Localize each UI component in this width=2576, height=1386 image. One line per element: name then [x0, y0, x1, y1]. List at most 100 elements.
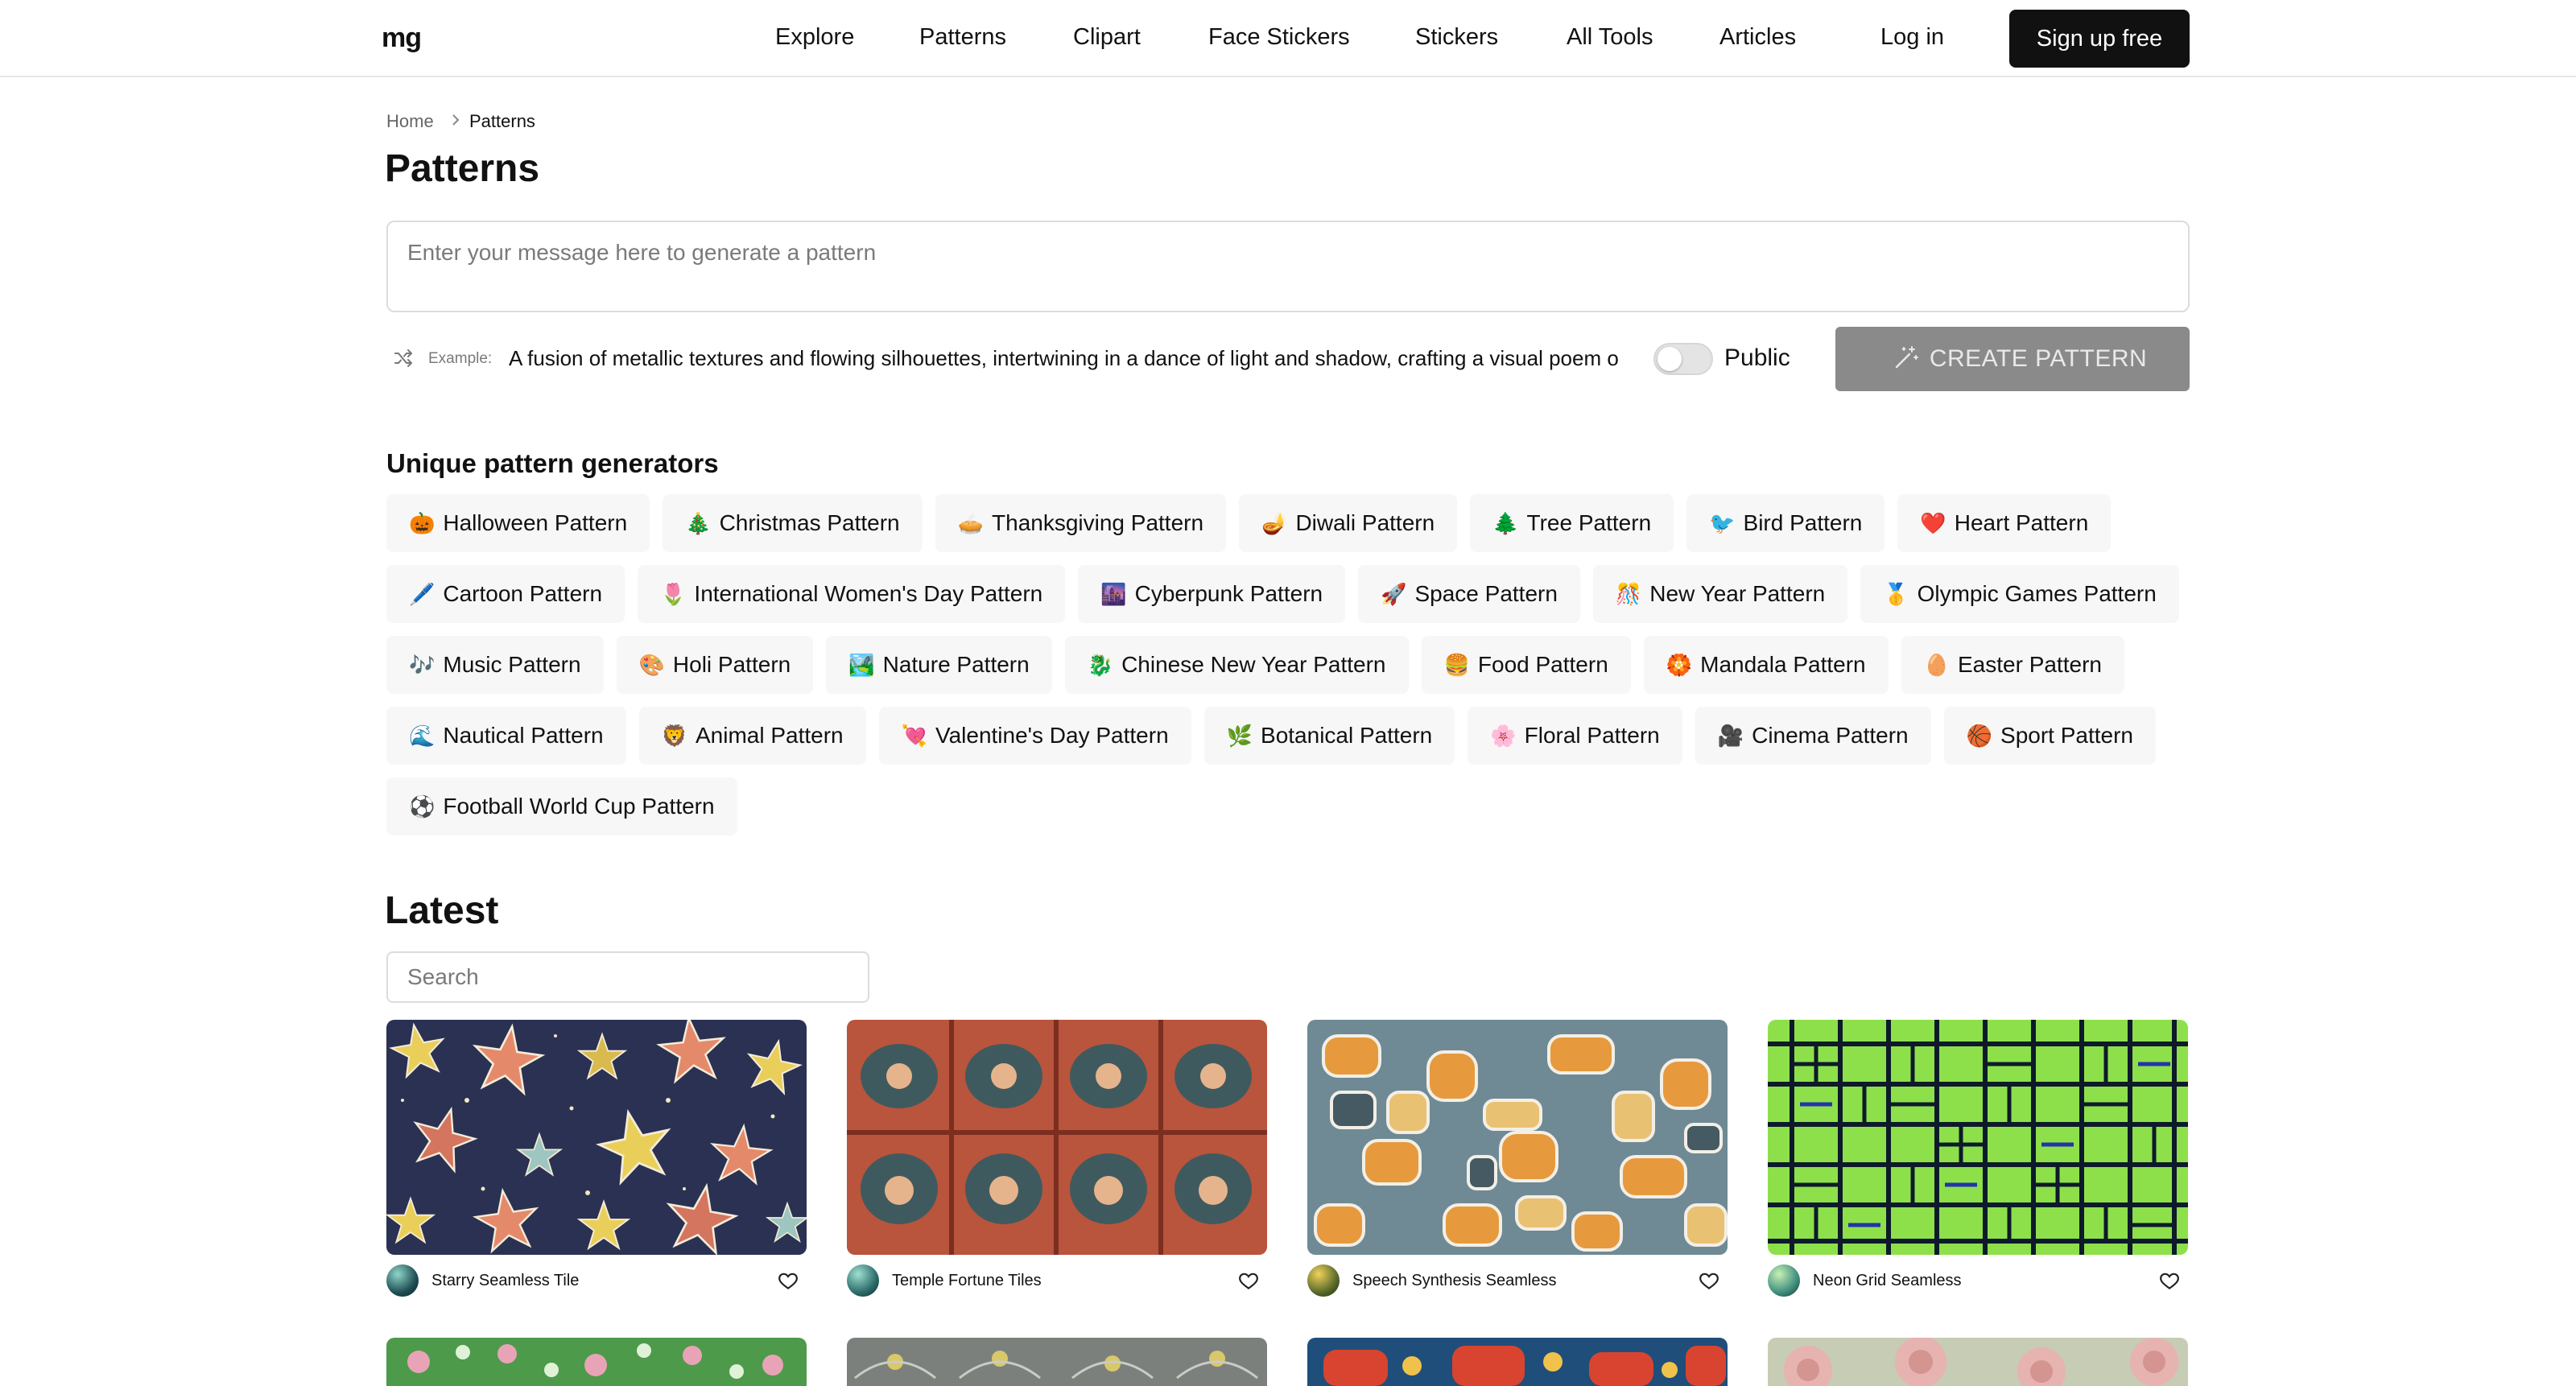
page-title: Patterns [385, 147, 540, 190]
generator-emoji-icon: 💘 [901, 724, 927, 748]
card-title[interactable]: Starry Seamless Tile [431, 1272, 579, 1290]
shuffle-icon[interactable] [391, 346, 415, 370]
generator-emoji-icon: 🥚 [1923, 653, 1950, 677]
pattern-thumbnail-temple[interactable] [847, 1020, 1267, 1255]
generator-chip[interactable]: 🎶 Music Pattern [386, 636, 604, 694]
pattern-thumbnail-grey[interactable] [847, 1338, 1267, 1386]
generator-emoji-icon: 🎃 [409, 511, 436, 535]
generator-chip[interactable]: ⚽ Football World Cup Pattern [386, 778, 737, 835]
nav-explore[interactable]: Explore [775, 24, 854, 51]
site-logo[interactable]: mg [382, 23, 422, 54]
pattern-thumbnail-starry[interactable] [386, 1020, 807, 1255]
card-title[interactable]: Neon Grid Seamless [1813, 1272, 1962, 1290]
example-prompt-text[interactable]: A fusion of metallic textures and flowin… [509, 346, 1618, 371]
generator-chip[interactable]: 🥚 Easter Pattern [1901, 636, 2124, 694]
prompt-input[interactable] [388, 222, 2188, 311]
generator-chip[interactable]: 🖊️ Cartoon Pattern [386, 565, 625, 623]
generator-chip[interactable]: 🌲 Tree Pattern [1470, 494, 1674, 552]
pattern-thumbnail-speech[interactable] [1307, 1020, 1728, 1255]
generator-chip[interactable]: ❤️ Heart Pattern [1897, 494, 2112, 552]
avatar[interactable] [1768, 1264, 1800, 1297]
nav-articles[interactable]: Articles [1719, 24, 1796, 51]
pattern-card[interactable]: Speech Synthesis Seamless [1307, 1020, 1728, 1297]
generator-chip[interactable]: 🪔 Diwali Pattern [1239, 494, 1458, 552]
generator-chip[interactable]: 🦁 Animal Pattern [638, 707, 866, 765]
login-link[interactable]: Log in [1880, 24, 1944, 51]
heart-icon[interactable] [1699, 1271, 1719, 1292]
generator-emoji-icon: 🦁 [661, 724, 687, 748]
generator-emoji-icon: 🐉 [1087, 653, 1114, 677]
generator-chip[interactable]: 🚀 Space Pattern [1358, 565, 1580, 623]
signup-button[interactable]: Sign up free [2009, 10, 2190, 68]
toggle-knob [1657, 347, 1682, 371]
breadcrumb-home[interactable]: Home [386, 111, 434, 132]
nav-face-stickers[interactable]: Face Stickers [1208, 24, 1350, 51]
generator-chip-label: Olympic Games Pattern [1917, 581, 2157, 606]
breadcrumb-current: Patterns [469, 111, 535, 131]
card-title[interactable]: Speech Synthesis Seamless [1352, 1272, 1556, 1290]
generator-chip-label: Cinema Pattern [1752, 723, 1909, 748]
nav-all-tools[interactable]: All Tools [1567, 24, 1653, 51]
generator-chip-label: Thanksgiving Pattern [992, 510, 1204, 535]
pattern-card[interactable]: Temple Fortune Tiles [847, 1020, 1267, 1297]
avatar[interactable] [847, 1264, 879, 1297]
generator-chip-label: Music Pattern [443, 652, 581, 677]
pattern-thumbnail-roses[interactable] [1768, 1338, 2188, 1386]
generator-chip[interactable]: 🏵️ Mandala Pattern [1643, 636, 1889, 694]
nav-clipart[interactable]: Clipart [1073, 24, 1141, 51]
generator-emoji-icon: 🥧 [957, 511, 985, 535]
generator-chip[interactable]: 🥧 Thanksgiving Pattern [935, 494, 1227, 552]
generator-chip[interactable]: 🎄 Christmas Pattern [663, 494, 923, 552]
latest-heading: Latest [385, 889, 499, 932]
create-pattern-button[interactable]: CREATE PATTERN [1835, 327, 2190, 391]
generator-chip-label: Botanical Pattern [1261, 723, 1433, 748]
generator-chip[interactable]: 🐦 Bird Pattern [1686, 494, 1885, 552]
generator-emoji-icon: 🎥 [1717, 724, 1744, 748]
generators-heading: Unique pattern generators [386, 448, 719, 478]
generator-chip-label: Cartoon Pattern [443, 581, 603, 606]
generator-chip[interactable]: 🌷 International Women's Day Pattern [638, 565, 1066, 623]
pattern-card[interactable]: Starry Seamless Tile [386, 1020, 807, 1297]
heart-icon[interactable] [778, 1271, 799, 1292]
generator-emoji-icon: 🚀 [1381, 582, 1407, 606]
generator-chip[interactable]: 🎃 Halloween Pattern [386, 494, 650, 552]
generator-chip[interactable]: 🏀 Sport Pattern [1943, 707, 2156, 765]
nav-stickers[interactable]: Stickers [1415, 24, 1498, 51]
generator-emoji-icon: ⚽ [409, 794, 436, 819]
generator-chip[interactable]: 🐉 Chinese New Year Pattern [1064, 636, 1409, 694]
heart-icon[interactable] [2159, 1271, 2180, 1292]
avatar[interactable] [386, 1264, 419, 1297]
generator-chip[interactable]: 🌸 Floral Pattern [1468, 707, 1682, 765]
card-title[interactable]: Temple Fortune Tiles [892, 1272, 1042, 1290]
generator-emoji-icon: 🎨 [638, 653, 665, 677]
generator-chip-label: Animal Pattern [695, 723, 844, 748]
generator-chip[interactable]: 🥇 Olympic Games Pattern [1860, 565, 2179, 623]
heart-icon[interactable] [1238, 1271, 1259, 1292]
generator-chip-label: Valentine's Day Pattern [935, 723, 1169, 748]
prompt-input-container [386, 221, 2190, 312]
generator-emoji-icon: 🪔 [1261, 511, 1288, 535]
generator-emoji-icon: 🖊️ [409, 582, 436, 606]
avatar[interactable] [1307, 1264, 1340, 1297]
pattern-thumbnail-neon-grid[interactable] [1768, 1020, 2188, 1255]
generator-chip[interactable]: 🎥 Cinema Pattern [1695, 707, 1931, 765]
generator-chip[interactable]: 🌆 Cyberpunk Pattern [1078, 565, 1346, 623]
search-input[interactable] [386, 951, 869, 1003]
pattern-card[interactable]: Neon Grid Seamless [1768, 1020, 2188, 1297]
generator-chip[interactable]: 🌿 Botanical Pattern [1203, 707, 1455, 765]
generator-chip[interactable]: 🌊 Nautical Pattern [386, 707, 626, 765]
generator-emoji-icon: 🌲 [1492, 511, 1519, 535]
generator-chip-label: Food Pattern [1477, 652, 1608, 677]
generator-chip[interactable]: 💘 Valentine's Day Pattern [878, 707, 1191, 765]
generator-emoji-icon: 🎊 [1615, 582, 1642, 606]
generator-chip[interactable]: 🎨 Holi Pattern [616, 636, 814, 694]
generator-emoji-icon: 🌆 [1100, 582, 1127, 606]
public-toggle[interactable] [1653, 343, 1713, 375]
generator-chip[interactable]: 🍔 Food Pattern [1421, 636, 1631, 694]
pattern-thumbnail-retro[interactable] [1307, 1338, 1728, 1386]
pattern-thumbnail-hearts[interactable] [386, 1338, 807, 1386]
generator-chip[interactable]: 🏞️ Nature Pattern [826, 636, 1052, 694]
nav-patterns[interactable]: Patterns [919, 24, 1006, 51]
generator-chip[interactable]: 🎊 New Year Pattern [1592, 565, 1848, 623]
generator-emoji-icon: 🏵️ [1666, 653, 1693, 677]
